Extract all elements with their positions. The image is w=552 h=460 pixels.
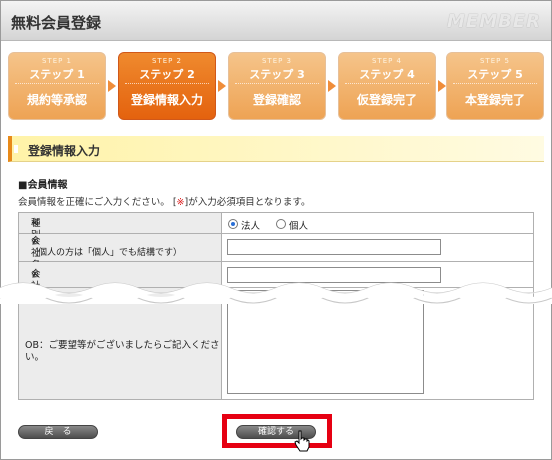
required-mark: ※ xyxy=(31,218,39,229)
section-title: 登録情報入力 xyxy=(28,144,101,158)
company-label-cell: 会社名または屋号 ※ （個人の方は「個人」でも結構です） xyxy=(19,234,222,331)
step-arrow-icon xyxy=(328,80,336,92)
step-1: STEP 1 ステップ 1 規約等承認 xyxy=(8,52,106,120)
notice-required-mark: ※ xyxy=(176,197,185,208)
required-notice: 会員情報を正確にご入力ください。 [※]が入力必須項目となります。 xyxy=(18,194,311,208)
step-progress: STEP 1 ステップ 1 規約等承認 STEP 2 ステップ 2 登録情報入力… xyxy=(8,52,544,122)
step-4-en: STEP 4 xyxy=(371,57,403,65)
type-value-cell: 法人 個人 xyxy=(223,213,533,233)
step-1-en: STEP 1 xyxy=(41,57,73,65)
notice-text-2: ]が入力必須項目となります。 xyxy=(184,197,311,208)
step-1-number: ステップ 1 xyxy=(29,68,85,81)
hand-cursor-icon xyxy=(294,430,310,452)
omission-wave xyxy=(0,282,552,304)
back-button[interactable]: 戻 る xyxy=(18,425,98,439)
step-3-label: 登録確認 xyxy=(252,93,301,107)
company-kana-input[interactable] xyxy=(227,267,441,283)
form-row-type: 種別 ※ 法人 個人 xyxy=(18,212,534,241)
company-value-cell xyxy=(223,234,533,261)
step-2-label: 登録情報入力 xyxy=(130,93,203,107)
required-mark: ※ xyxy=(31,269,39,280)
type-radio-corporate[interactable] xyxy=(228,219,238,229)
step-4-number: ステップ 4 xyxy=(359,68,415,81)
step-5: STEP 5 ステップ 5 本登録完了 xyxy=(446,52,544,120)
type-label-cell: 種別 ※ xyxy=(19,213,222,241)
comment-label: OB：ご要望等がございましたらご記入ください。 xyxy=(25,340,220,363)
step-5-en: STEP 5 xyxy=(479,57,511,65)
comment-value-cell xyxy=(223,288,533,399)
step-2: STEP 2 ステップ 2 登録情報入力 xyxy=(118,52,216,120)
step-5-label: 本登録完了 xyxy=(464,93,525,107)
step-1-label: 規約等承認 xyxy=(26,93,87,107)
step-3-en: STEP 3 xyxy=(261,57,293,65)
member-info-heading: ■会員情報 xyxy=(18,180,68,191)
step-2-en: STEP 2 xyxy=(151,57,183,65)
comment-label-cell: OB：ご要望等がございましたらご記入ください。 xyxy=(19,288,222,399)
member-badge: MEMBER xyxy=(447,11,541,32)
step-2-number: ステップ 2 xyxy=(139,68,195,81)
step-4: STEP 4 ステップ 4 仮登録完了 xyxy=(338,52,436,120)
page-header: 無料会員登録 MEMBER xyxy=(1,1,551,41)
step-arrow-icon xyxy=(438,80,446,92)
company-name-input[interactable] xyxy=(227,239,441,255)
company-note: （個人の方は「個人」でも結構です） xyxy=(29,248,183,258)
notice-text-1: 会員情報を正確にご入力ください。 [ xyxy=(18,197,177,208)
step-arrow-icon xyxy=(108,80,116,92)
page-title: 無料会員登録 xyxy=(11,14,102,32)
step-3: STEP 3 ステップ 3 登録確認 xyxy=(228,52,326,120)
section-heading-bar: 登録情報入力 xyxy=(8,136,544,162)
step-arrow-icon xyxy=(218,80,226,92)
step-5-number: ステップ 5 xyxy=(467,68,523,81)
type-radio-individual[interactable] xyxy=(276,219,286,229)
step-4-label: 仮登録完了 xyxy=(356,93,417,107)
section-marker-icon xyxy=(14,145,18,153)
step-3-number: ステップ 3 xyxy=(249,68,305,81)
comment-textarea[interactable] xyxy=(227,290,424,394)
type-option-individual-label: 個人 xyxy=(289,221,309,232)
type-option-corporate-label: 法人 xyxy=(241,221,261,232)
form-row-company: 会社名または屋号 ※ （個人の方は「個人」でも結構です） xyxy=(18,234,534,331)
form-row-comment: OB：ご要望等がございましたらご記入ください。 xyxy=(18,288,534,400)
